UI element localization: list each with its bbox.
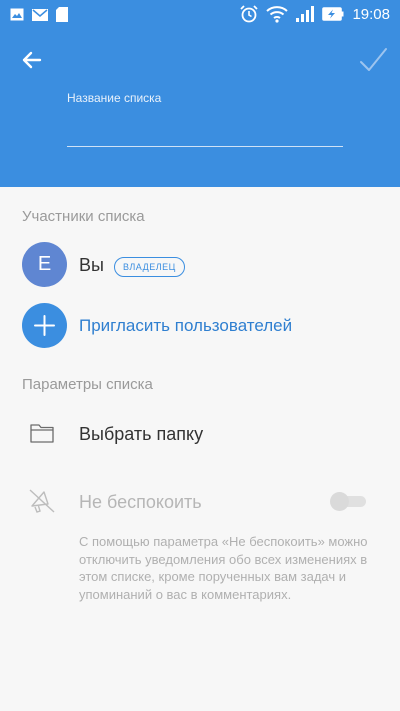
muted-megaphone-icon <box>29 489 55 513</box>
wifi-icon <box>266 5 289 23</box>
mail-icon <box>32 8 48 21</box>
sd-card-icon <box>56 7 68 22</box>
do-not-disturb-toggle[interactable] <box>330 492 366 511</box>
checkmark-icon <box>360 48 387 71</box>
invite-icon-circle[interactable] <box>22 303 67 348</box>
member-name: Вы <box>79 255 104 275</box>
status-bar: 19:08 <box>0 0 400 32</box>
confirm-button[interactable] <box>356 44 390 76</box>
alarm-icon <box>240 5 259 23</box>
owner-badge: ВЛАДЕЛЕЦ <box>114 257 185 277</box>
toggle-thumb <box>330 492 349 511</box>
status-time: 19:08 <box>352 5 390 23</box>
folder-icon <box>30 424 54 443</box>
back-button[interactable] <box>18 46 46 74</box>
image-icon <box>10 8 24 21</box>
arrow-left-icon <box>22 51 42 69</box>
avatar-initial: E <box>37 253 52 275</box>
do-not-disturb-label: Не беспокоить <box>79 492 202 512</box>
choose-folder-label[interactable]: Выбрать папку <box>79 424 203 445</box>
avatar: E <box>22 242 67 287</box>
members-section-title: Участники списка <box>22 208 145 225</box>
settings-section-title: Параметры списка <box>22 376 153 393</box>
list-name-label: Название списка <box>67 91 162 105</box>
do-not-disturb-description: С помощью параметра «Не беспокоить» можн… <box>79 534 368 602</box>
plus-icon <box>34 315 55 336</box>
signal-icon <box>296 6 315 22</box>
header: 19:08 Название списка <box>0 0 400 187</box>
invite-users-label[interactable]: Пригласить пользователей <box>79 316 292 336</box>
list-name-input[interactable] <box>67 112 343 147</box>
battery-charging-icon <box>322 7 344 21</box>
